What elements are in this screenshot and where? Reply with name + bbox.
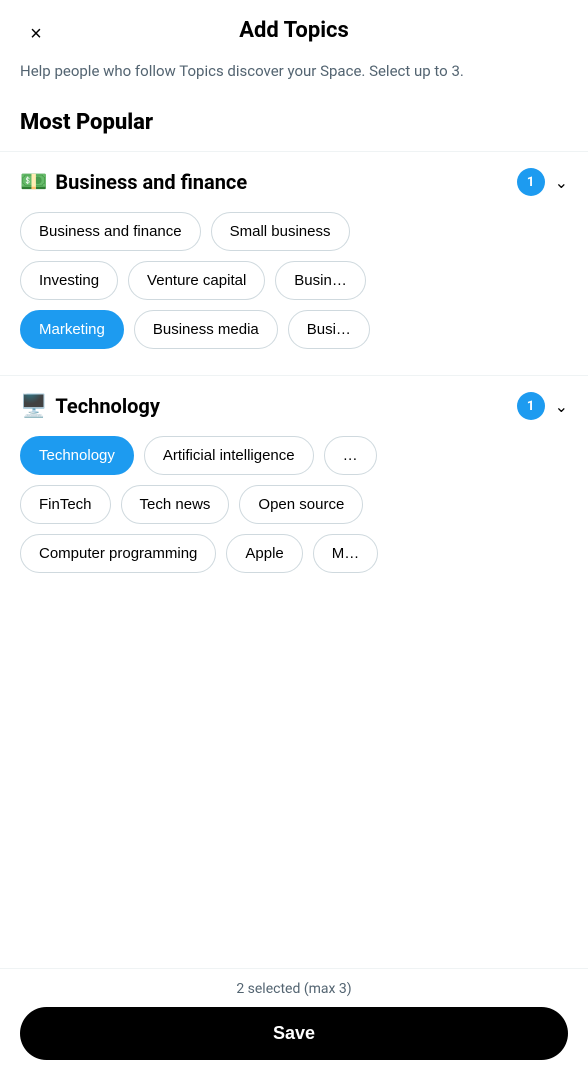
subtitle-text: Help people who follow Topics discover y… [0, 53, 588, 102]
tags-row-technology-2: Computer programming Apple M… [20, 534, 568, 573]
close-icon: × [30, 23, 42, 46]
category-emoji-business: 💵 [20, 170, 47, 195]
tags-row-technology-1: FinTech Tech newsOpen source [20, 485, 568, 524]
tag-small-business[interactable]: Small business [211, 212, 350, 251]
tag-investing[interactable]: Investing [20, 261, 118, 300]
tag-artificial-intelligence[interactable]: Artificial intelligence [144, 436, 314, 475]
tags-row-business-0: Business and finance Small business [20, 212, 568, 251]
category-section-business: 💵Business and finance1⌄Business and fina… [0, 151, 588, 375]
tags-row-business-1: Investing Venture capital Busin… [20, 261, 568, 300]
tag-computer-programming[interactable]: Computer programming [20, 534, 216, 573]
categories-container: 💵Business and finance1⌄Business and fina… [0, 151, 588, 599]
tag-fintech[interactable]: FinTech [20, 485, 111, 524]
tags-row-business-2: Marketing Business media Busi… [20, 310, 568, 349]
selected-count: 2 selected (max 3) [20, 981, 568, 997]
save-button[interactable]: Save [20, 1007, 568, 1060]
tag-business-media[interactable]: Business media [134, 310, 278, 349]
tag-business-and-finance[interactable]: Business and finance [20, 212, 201, 251]
tag-busi…[interactable]: Busi… [288, 310, 370, 349]
tag-technology[interactable]: Technology [20, 436, 134, 475]
tag-…[interactable]: … [324, 436, 377, 475]
category-emoji-technology: 🖥️ [20, 394, 47, 419]
tag-open-source[interactable]: Open source [239, 485, 363, 524]
footer-bar: 2 selected (max 3) Save [0, 968, 588, 1080]
count-badge-business: 1 [517, 168, 545, 196]
tag-m…[interactable]: M… [313, 534, 379, 573]
tag-tech-news[interactable]: Tech news [121, 485, 230, 524]
main-content: Help people who follow Topics discover y… [0, 53, 588, 719]
category-header-business: 💵 Business and finance1 ⌄ [20, 168, 568, 196]
close-button[interactable]: × [20, 18, 52, 50]
most-popular-heading: Most Popular [0, 102, 588, 151]
tag-apple[interactable]: Apple [226, 534, 302, 573]
category-section-technology: 🖥️Technology1⌄TechnologyArtificial intel… [0, 375, 588, 599]
category-header-technology: 🖥️ Technology1 ⌄ [20, 392, 568, 420]
tag-venture-capital[interactable]: Venture capital [128, 261, 265, 300]
count-badge-technology: 1 [517, 392, 545, 420]
chevron-down-icon-technology[interactable]: ⌄ [555, 397, 568, 416]
chevron-down-icon-business[interactable]: ⌄ [555, 173, 568, 192]
tag-busin…[interactable]: Busin… [275, 261, 366, 300]
page-title: Add Topics [239, 18, 349, 43]
header: × Add Topics [0, 0, 588, 53]
tags-row-technology-0: Technology Artificial intelligence … [20, 436, 568, 475]
tag-marketing[interactable]: Marketing [20, 310, 124, 349]
category-name-business: Business and finance [55, 170, 516, 194]
category-name-technology: Technology [55, 394, 516, 418]
